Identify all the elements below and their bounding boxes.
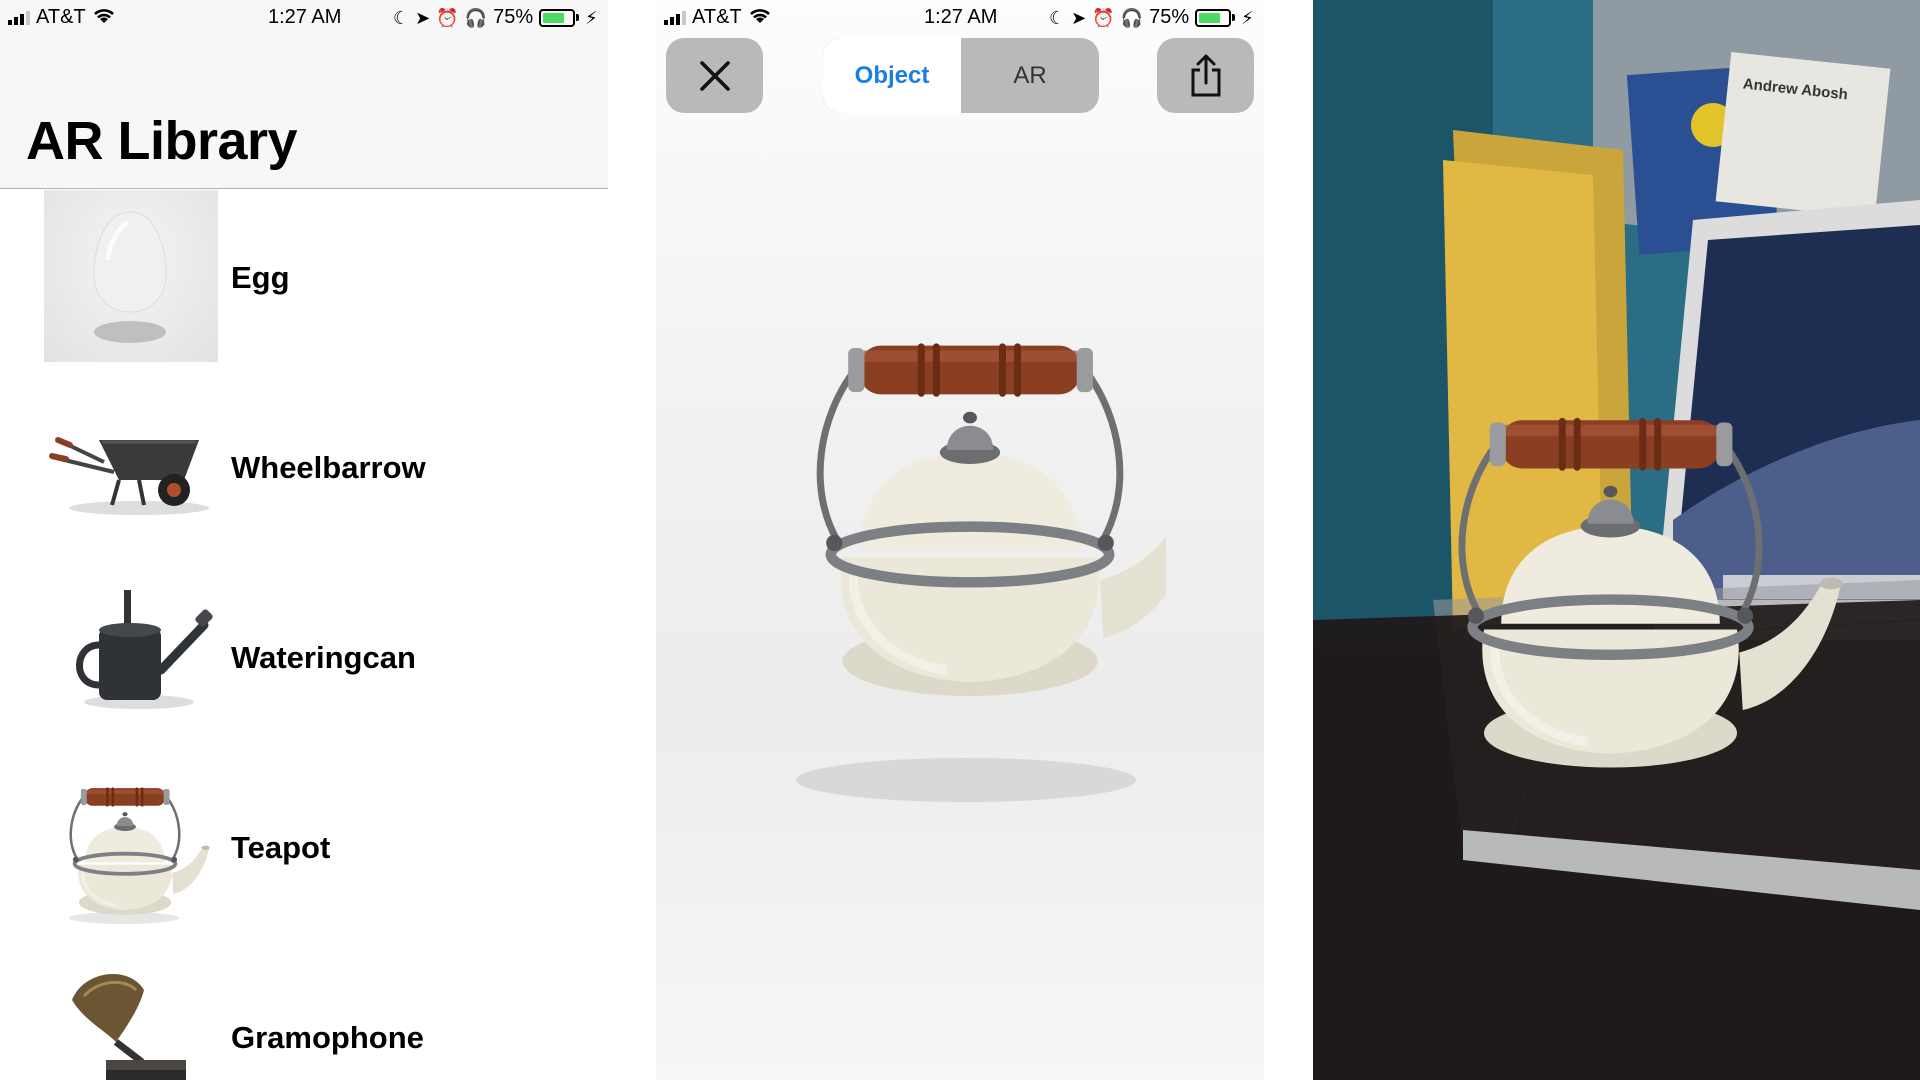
teapot-3d-model[interactable] <box>766 310 1166 810</box>
carrier-label: AT&T <box>692 6 742 28</box>
carrier-label: AT&T <box>36 6 86 28</box>
location-arrow-icon: ➤ <box>415 7 431 28</box>
navigation-bar: AT&T 1:27 AM ☾ ➤ ⏰ 🎧 75% ⚡ AR Library <box>0 0 608 189</box>
list-item-label: Wheelbarrow <box>231 450 426 485</box>
alarm-icon: ⏰ <box>436 7 459 28</box>
teapot-thumbnail <box>44 760 218 932</box>
screenshot-collage: AT&T 1:27 AM ☾ ➤ ⏰ 🎧 75% ⚡ AR Library Eg… <box>0 0 1920 1080</box>
egg-thumbnail <box>44 190 218 362</box>
charging-bolt-icon: ⚡ <box>585 7 598 28</box>
headphones-icon: 🎧 <box>1120 7 1144 28</box>
list-item-label: Teapot <box>231 830 331 865</box>
battery-icon <box>1195 8 1236 27</box>
list-item-label: Egg <box>231 260 290 295</box>
wifi-icon <box>92 7 116 29</box>
charging-bolt-icon: ⚡ <box>1241 7 1254 28</box>
ar-camera-view: Andrew Abosh <box>1313 0 1920 1080</box>
list-item-egg[interactable]: Egg <box>0 190 608 380</box>
list-item-label: Wateringcan <box>231 640 416 675</box>
wateringcan-thumbnail <box>44 570 218 742</box>
battery-icon <box>539 8 580 27</box>
signal-icon <box>664 10 686 25</box>
alarm-icon: ⏰ <box>1092 7 1115 28</box>
view-mode-segmented-control[interactable]: Object AR <box>823 38 1099 113</box>
page-title: AR Library <box>26 111 298 171</box>
moon-icon: ☾ <box>1049 7 1066 28</box>
moon-icon: ☾ <box>393 7 410 28</box>
close-icon <box>699 60 730 91</box>
close-button[interactable] <box>666 38 763 113</box>
headphones-icon: 🎧 <box>464 7 488 28</box>
list-item-teapot[interactable]: Teapot <box>0 760 608 950</box>
list-item-gramophone[interactable]: Gramophone <box>0 950 608 1080</box>
segment-ar[interactable]: AR <box>961 38 1099 113</box>
battery-percent: 75% <box>493 6 534 28</box>
ar-scene-photo: Andrew Abosh <box>1313 0 1920 1080</box>
gramophone-thumbnail <box>44 950 218 1080</box>
clock: 1:27 AM <box>924 6 998 28</box>
share-button[interactable] <box>1157 38 1254 113</box>
battery-percent: 75% <box>1149 6 1190 28</box>
object-viewer-screen: AT&T 1:27 AM ☾ ➤ ⏰ 🎧 75% ⚡ Object AR <box>656 0 1264 1080</box>
status-bar: AT&T 1:27 AM ☾ ➤ ⏰ 🎧 75% ⚡ <box>0 0 608 34</box>
share-icon <box>1191 54 1220 96</box>
list-item-wateringcan[interactable]: Wateringcan <box>0 570 608 760</box>
list-item-wheelbarrow[interactable]: Wheelbarrow <box>0 380 608 570</box>
list-item-label: Gramophone <box>231 1020 424 1055</box>
status-bar: AT&T 1:27 AM ☾ ➤ ⏰ 🎧 75% ⚡ <box>656 0 1264 34</box>
location-arrow-icon: ➤ <box>1071 7 1087 28</box>
wheelbarrow-thumbnail <box>44 380 218 552</box>
clock: 1:27 AM <box>268 6 342 28</box>
ar-library-screen: AT&T 1:27 AM ☾ ➤ ⏰ 🎧 75% ⚡ AR Library Eg… <box>0 0 608 1080</box>
signal-icon <box>8 10 30 25</box>
wifi-icon <box>748 7 772 29</box>
segment-object[interactable]: Object <box>823 38 961 113</box>
